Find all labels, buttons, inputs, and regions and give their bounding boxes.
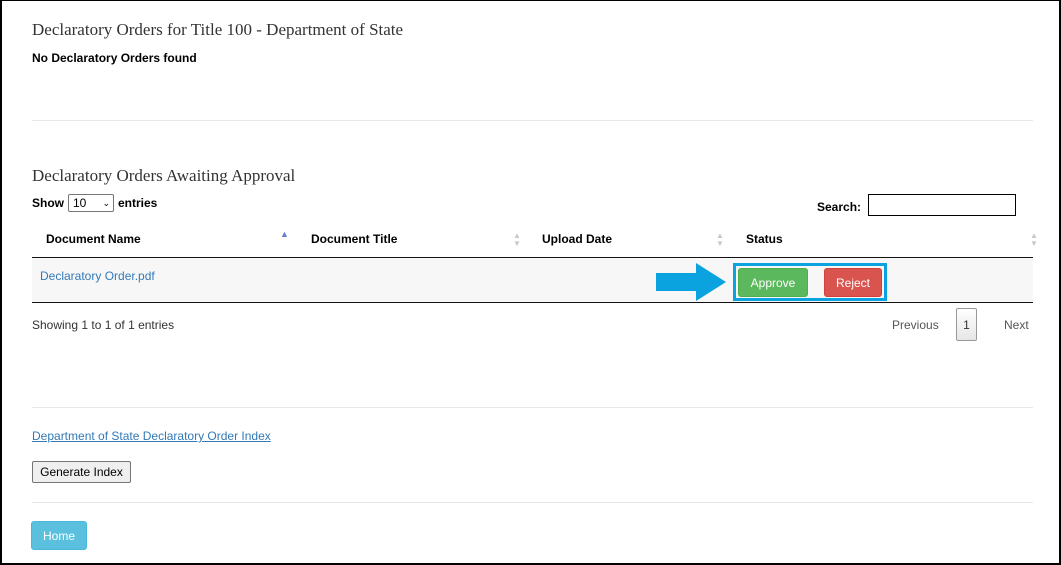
divider [32, 120, 1033, 121]
awaiting-title: Declaratory Orders Awaiting Approval [32, 166, 296, 185]
pagination-previous[interactable]: Previous [892, 318, 939, 332]
length-control: Show 10 ⌄ entries [32, 194, 157, 212]
search-input[interactable] [868, 194, 1016, 216]
column-header-document-title[interactable]: Document Title [311, 232, 397, 246]
length-suffix: entries [118, 196, 158, 210]
sort-icon[interactable]: ▲ ▼ [1030, 232, 1038, 248]
generate-index-button[interactable]: Generate Index [32, 461, 131, 483]
pagination-next[interactable]: Next [1004, 318, 1029, 332]
table-header: Document Name ▲ Document Title ▲ ▼ Upload… [32, 224, 1038, 258]
table-info: Showing 1 to 1 of 1 entries [32, 318, 175, 332]
arrow-right-icon [656, 263, 726, 301]
pagination-page-1[interactable]: 1 [956, 308, 977, 341]
orders-empty-message: No Declaratory Orders found [32, 51, 197, 65]
document-link[interactable]: Declaratory Order.pdf [40, 269, 155, 283]
column-header-status[interactable]: Status [746, 232, 783, 246]
sort-icon[interactable]: ▲ ▼ [513, 232, 521, 248]
index-link[interactable]: Department of State Declaratory Order In… [32, 429, 271, 443]
orders-title: Declaratory Orders for Title 100 - Depar… [32, 20, 404, 39]
search-label: Search: [817, 200, 862, 214]
sort-icon[interactable]: ▲ ▼ [716, 232, 724, 248]
divider [32, 502, 1033, 503]
reject-button[interactable]: Reject [824, 268, 882, 297]
sort-asc-icon[interactable]: ▲ [280, 230, 289, 239]
column-header-document-name[interactable]: Document Name [46, 232, 141, 246]
entries-select-value: 10 [73, 196, 87, 210]
entries-select[interactable]: 10 ⌄ [68, 194, 114, 212]
column-header-upload-date[interactable]: Upload Date [542, 232, 612, 246]
divider [32, 407, 1033, 408]
length-prefix: Show [32, 196, 64, 210]
chevron-down-icon: ⌄ [102, 197, 110, 208]
home-button[interactable]: Home [31, 521, 87, 550]
approve-button[interactable]: Approve [738, 268, 808, 297]
